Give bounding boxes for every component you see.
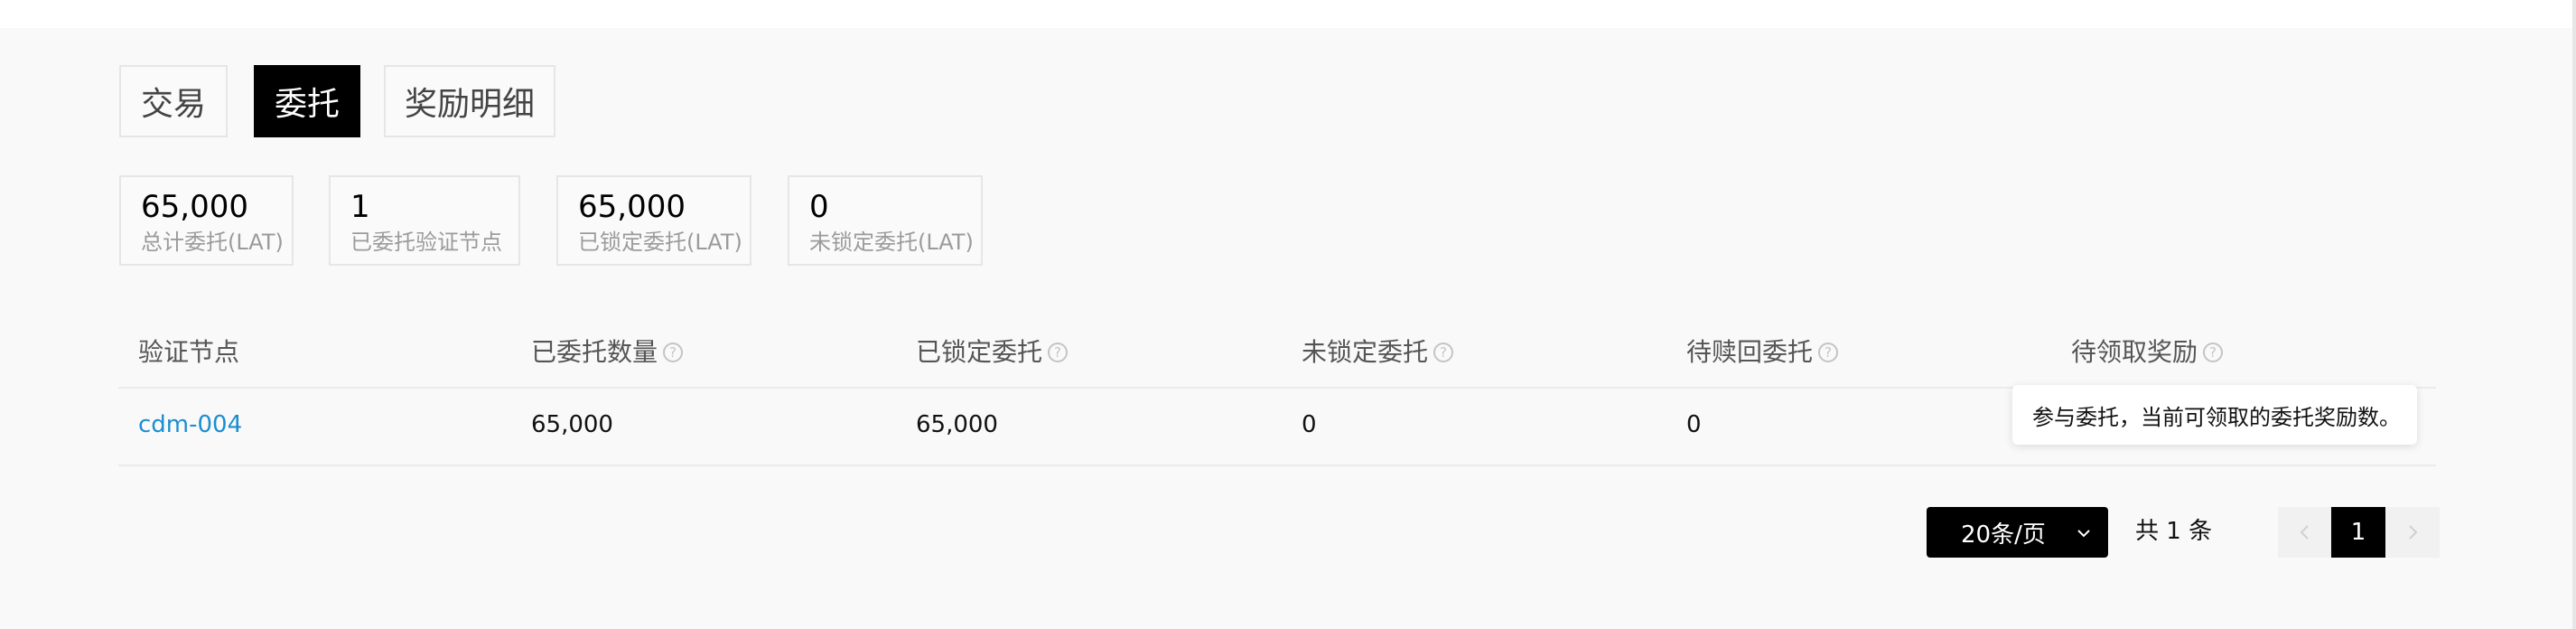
stat-label: 未锁定委托(LAT) (809, 230, 974, 255)
page-size-select[interactable]: 20条/页 (1927, 507, 2108, 558)
tab-delegation[interactable]: 委托 (254, 65, 360, 137)
page-size-label: 20条/页 (1961, 521, 2046, 549)
stat-total-delegation: 65,000 总计委托(LAT) (119, 175, 294, 266)
cell-pending-redeem: 0 (1686, 411, 1702, 438)
header-label: 已委托数量 (531, 337, 658, 367)
column-header-delegated-amount: 已委托数量 ? (531, 334, 684, 371)
stat-value: 1 (350, 189, 370, 225)
chevron-down-icon (2077, 530, 2090, 538)
column-header-unlocked: 未锁定委托 ? (1302, 334, 1454, 371)
chevron-left-icon (2300, 525, 2309, 540)
chevron-right-icon (2409, 525, 2418, 540)
help-icon[interactable]: ? (1433, 343, 1454, 362)
header-label: 验证节点 (138, 337, 240, 367)
cell-delegated-amount: 65,000 (531, 411, 613, 438)
header-label: 待领取奖励 (2071, 337, 2198, 367)
column-header-pending-redeem: 待赎回委托 ? (1686, 334, 1839, 371)
tab-transactions[interactable]: 交易 (119, 65, 228, 137)
table-divider (118, 465, 2436, 466)
help-icon[interactable]: ? (663, 343, 684, 362)
column-header-locked: 已锁定委托 ? (916, 334, 1069, 371)
prev-page-button[interactable] (2278, 507, 2332, 558)
cell-unlocked: 0 (1302, 411, 1317, 438)
stat-label: 已锁定委托(LAT) (578, 230, 742, 255)
header-label: 已锁定委托 (916, 337, 1043, 367)
help-icon[interactable]: ? (1818, 343, 1839, 362)
column-header-validator: 验证节点 (138, 334, 239, 371)
page-number-current[interactable]: 1 (2331, 507, 2385, 558)
header-label: 未锁定委托 (1302, 337, 1429, 367)
rewards-tooltip: 参与委托，当前可领取的委托奖励数。 (2012, 385, 2417, 445)
stat-delegated-validators: 1 已委托验证节点 (329, 175, 520, 266)
total-count: 共 1 条 (2135, 518, 2213, 545)
stat-value: 65,000 (578, 189, 686, 225)
stat-label: 总计委托(LAT) (141, 230, 284, 255)
stat-label: 已委托验证节点 (350, 230, 502, 255)
next-page-button[interactable] (2385, 507, 2440, 558)
header-label: 待赎回委托 (1686, 337, 1814, 367)
validator-link[interactable]: cdm-004 (138, 407, 242, 443)
stat-unlocked-delegation: 0 未锁定委托(LAT) (788, 175, 983, 266)
stat-locked-delegation: 65,000 已锁定委托(LAT) (556, 175, 751, 266)
help-icon[interactable]: ? (2203, 343, 2224, 362)
stat-value: 65,000 (141, 189, 248, 225)
scrollbar[interactable] (2572, 0, 2576, 629)
tab-reward-details[interactable]: 奖励明细 (384, 65, 555, 137)
help-icon[interactable]: ? (1048, 343, 1069, 362)
stat-value: 0 (809, 189, 829, 225)
column-header-pending-rewards: 待领取奖励 ? (2071, 334, 2224, 371)
cell-locked: 65,000 (916, 411, 998, 438)
